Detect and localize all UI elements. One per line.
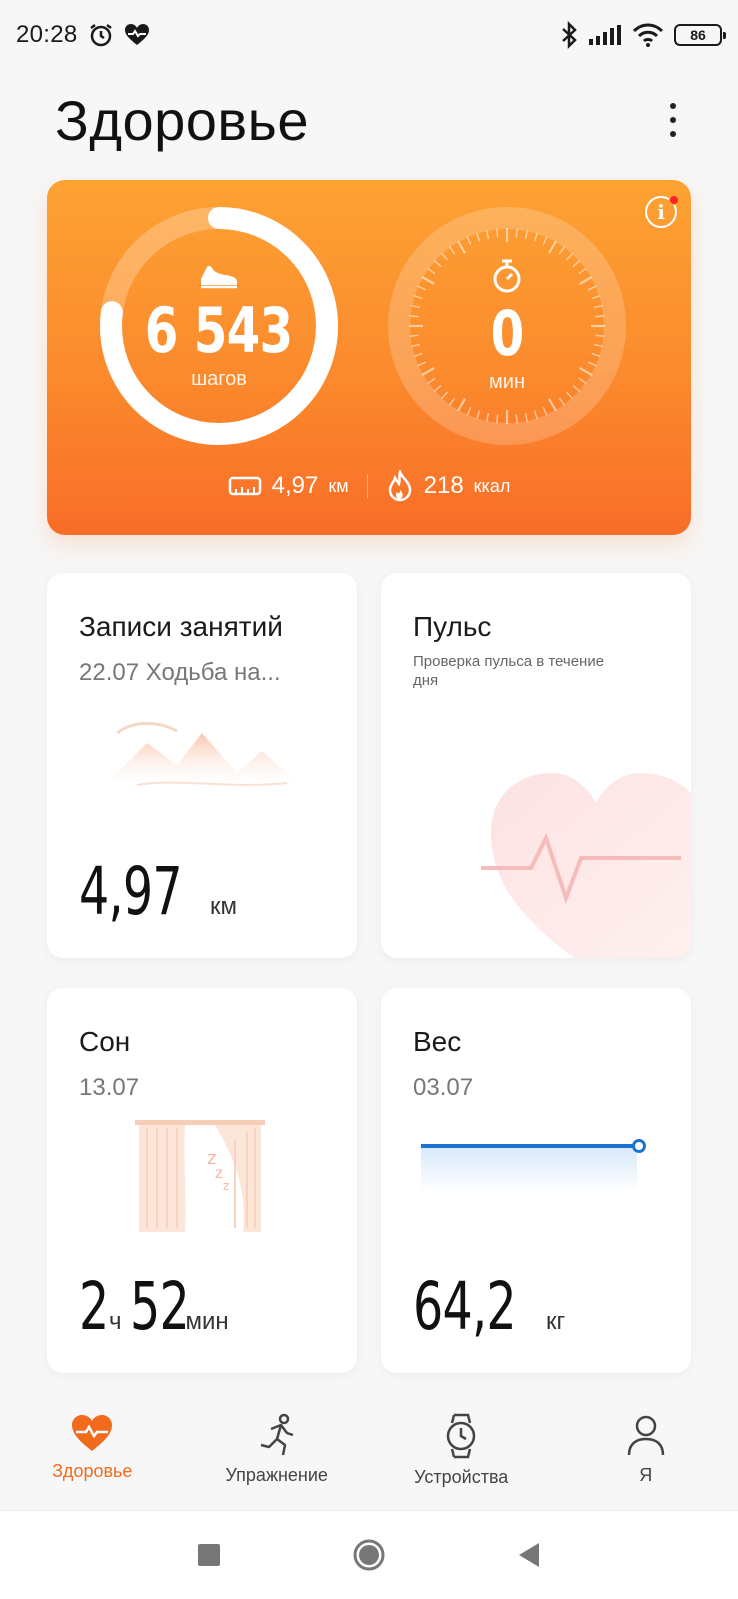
sleep-duration-row: 2 ч 52 мин: [79, 1268, 229, 1345]
distance-unit: км: [328, 475, 349, 496]
status-left: 20:28: [16, 21, 150, 49]
nav-label-health: Здоровье: [52, 1461, 133, 1481]
sleep-title: Сон: [79, 1026, 131, 1057]
system-navigation-bar: [0, 1510, 738, 1599]
steps-unit: шагов: [191, 368, 247, 390]
app-header: Здоровье: [0, 70, 738, 170]
activity-stats: 4,97 км 218 ккал: [47, 470, 691, 502]
page-title: Здоровье: [55, 88, 310, 152]
mountains-illustration: [107, 703, 297, 808]
svg-text:z: z: [215, 1164, 223, 1182]
heart-pulse-icon: [124, 23, 150, 47]
workout-records-title: Записи занятий: [79, 611, 283, 642]
notification-dot: [669, 195, 679, 205]
nav-item-me[interactable]: Я: [556, 1413, 736, 1486]
workout-distance-row: 4,97 км: [79, 853, 237, 930]
more-dot-icon: [670, 117, 676, 123]
more-dot-icon: [670, 131, 676, 137]
weight-value-row: 64,2 кг: [413, 1268, 565, 1345]
nav-label-me: Я: [639, 1465, 653, 1485]
steps-ring[interactable]: 6 543 шагов: [99, 206, 339, 446]
active-minutes-dial[interactable]: 0 мин: [387, 206, 627, 446]
shoe-icon: [197, 261, 241, 296]
nav-item-exercise[interactable]: Упражнение: [187, 1413, 367, 1486]
running-icon: [255, 1413, 299, 1457]
bottom-navigation: Здоровье Упражнение Устройства Я: [0, 1395, 738, 1510]
back-button[interactable]: [509, 1535, 549, 1575]
nav-label-devices: Устройства: [414, 1467, 509, 1487]
weight-value: 64,2: [413, 1268, 517, 1345]
flame-icon: [386, 470, 414, 502]
battery-icon: 86: [674, 24, 726, 46]
battery-level: 86: [690, 27, 706, 43]
workout-records-subtitle: 22.07 Ходьба на...: [79, 659, 281, 686]
watch-icon: [443, 1413, 479, 1459]
steps-ring-text: 6 543 шагов: [99, 206, 339, 446]
signal-icon: [588, 24, 622, 46]
bluetooth-icon: [560, 21, 578, 49]
heart-icon: [70, 1413, 114, 1453]
info-button[interactable]: i: [645, 195, 679, 228]
steps-value: 6 543: [145, 294, 293, 367]
heart-rate-subtitle: Проверка пульса в течение дня: [413, 653, 605, 689]
workout-distance-value: 4,97: [79, 853, 183, 930]
workout-distance-unit: км: [209, 893, 237, 920]
activity-summary-card[interactable]: i 6 543 шагов 0 мин 4,97 км 218 ккал: [47, 180, 691, 535]
more-dot-icon: [670, 103, 676, 109]
alarm-icon: [88, 22, 114, 48]
sleep-subtitle: 13.07: [79, 1074, 140, 1101]
calories-value: 218: [423, 472, 464, 499]
workout-records-card[interactable]: Записи занятий 22.07 Ходьба на... 4,97 к…: [47, 573, 357, 958]
person-icon: [626, 1413, 666, 1457]
status-bar: 20:28 86: [0, 0, 738, 70]
sleep-minutes-unit: мин: [185, 1308, 229, 1335]
sleep-card[interactable]: Сон 13.07 z z z 2 ч 52 мин: [47, 988, 357, 1373]
minutes-ring-text: 0 мин: [387, 206, 627, 446]
nav-item-devices[interactable]: Устройства: [371, 1413, 551, 1488]
nav-item-health[interactable]: Здоровье: [2, 1413, 182, 1482]
stopwatch-icon: [490, 258, 524, 299]
nav-label-exercise: Упражнение: [225, 1465, 328, 1485]
weight-unit: кг: [545, 1308, 566, 1335]
sleep-hours-unit: ч: [109, 1308, 122, 1335]
weight-subtitle: 03.07: [413, 1074, 474, 1101]
curtains-illustration: z z z: [135, 1120, 265, 1237]
home-button[interactable]: [349, 1535, 389, 1575]
weight-trend-point: [632, 1139, 646, 1153]
distance-stat: 4,97 км: [228, 472, 349, 500]
calories-unit: ккал: [473, 475, 511, 496]
weight-card[interactable]: Вес 03.07 64,2 кг: [381, 988, 691, 1373]
svg-text:z: z: [223, 1179, 229, 1193]
minutes-value: 0: [490, 297, 525, 370]
stat-divider: [366, 474, 368, 498]
heart-illustration: [481, 763, 691, 958]
distance-value: 4,97: [271, 472, 319, 499]
calories-stat: 218 ккал: [386, 470, 511, 502]
heart-rate-card[interactable]: Пульс Проверка пульса в течение дня: [381, 573, 691, 958]
status-time: 20:28: [16, 21, 78, 48]
ruler-icon: [228, 475, 262, 497]
status-right: 86: [560, 21, 726, 49]
wifi-icon: [632, 23, 664, 47]
more-options-button[interactable]: [660, 93, 686, 147]
weight-title: Вес: [413, 1026, 462, 1057]
sleep-hours-value: 2: [79, 1268, 109, 1345]
minutes-unit: мин: [489, 371, 525, 393]
weight-trend-chart: [419, 1136, 651, 1197]
heart-rate-title: Пульс: [413, 611, 492, 642]
recents-button[interactable]: [189, 1535, 229, 1575]
sleep-minutes-value: 52: [129, 1268, 190, 1345]
